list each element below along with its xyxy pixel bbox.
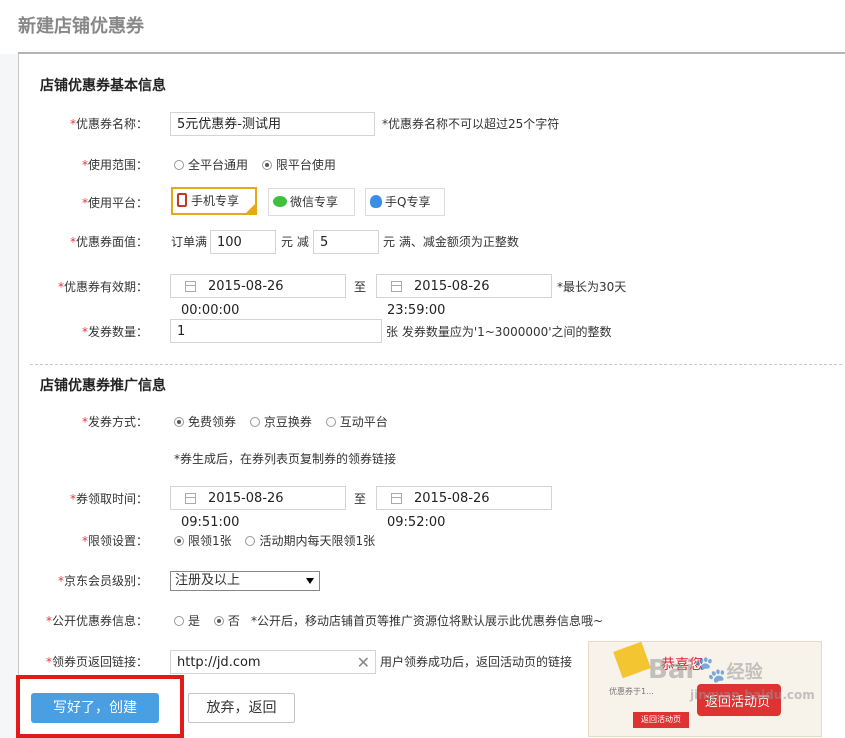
radio-icon: [174, 616, 184, 626]
count-input[interactable]: 1: [170, 319, 382, 343]
highlight-annotation-box: [16, 675, 184, 738]
radio-checked-icon: [174, 536, 184, 546]
paw-icon: 🐾: [694, 655, 727, 685]
platform-label: *使用平台：: [81, 196, 148, 210]
popup-small-button: 返回活动页: [633, 712, 689, 728]
radio-icon: [245, 536, 256, 546]
limit-radio-group: 限领1张 活动期内每天限领1张: [174, 533, 385, 549]
claim-end-input[interactable]: 2015-08-26 09:52:00: [376, 486, 552, 530]
coupon-name-hint: *优惠券名称不可以超过25个字符: [382, 117, 560, 131]
return-link-hint: 用户领券成功后，返回活动页的链接: [380, 655, 573, 669]
popup-small-text: 优惠券于1...: [609, 687, 654, 696]
wechat-icon: [273, 196, 287, 207]
claim-start-input[interactable]: 2015-08-26 09:51:00: [170, 486, 346, 530]
validity-hint: *最长为30天: [557, 280, 627, 294]
validity-to-text: 至: [354, 280, 367, 294]
cancel-button[interactable]: 放弃，返回: [188, 693, 295, 723]
left-gutter: [0, 54, 18, 738]
limit-label: *限领设置：: [81, 534, 148, 548]
radio-checked-icon: [261, 160, 272, 170]
minus-amount-input[interactable]: 5: [313, 230, 379, 254]
scope-label: *使用范围：: [81, 158, 148, 172]
radio-checked-icon: [213, 616, 224, 626]
page-title: 新建店铺优惠券: [18, 16, 144, 37]
member-level-select[interactable]: 注册及以上: [170, 571, 320, 591]
validity-label: *优惠券有效期：: [57, 280, 148, 294]
scope-radio-group: 全平台通用 限平台使用: [174, 157, 346, 173]
method-option-interactive[interactable]: 互动平台: [325, 415, 388, 429]
calendar-icon: [185, 281, 196, 292]
radio-checked-icon: [174, 417, 184, 427]
method-radio-group: 免费领券 京豆换券 互动平台: [174, 414, 398, 430]
platform-qq-button[interactable]: 手Q专享: [365, 188, 445, 216]
public-radio-group: 是 否: [174, 613, 250, 629]
watermark-url: jingyan.baidu.com: [690, 688, 815, 702]
calendar-icon: [391, 493, 402, 504]
radio-icon: [174, 160, 184, 170]
scope-option-all[interactable]: 全平台通用: [174, 158, 248, 172]
coupon-name-input[interactable]: 5元优惠券-测试用: [170, 112, 375, 136]
count-label: *发券数量：: [81, 325, 148, 339]
claim-to-text: 至: [354, 492, 367, 506]
radio-icon: [325, 417, 336, 427]
calendar-icon: [391, 281, 402, 292]
scope-option-limited[interactable]: 限平台使用: [261, 158, 336, 172]
yuan-minus-text: 元 减: [281, 235, 309, 249]
section-title-basic: 店铺优惠券基本信息: [40, 78, 166, 94]
member-level-label: *京东会员级别：: [57, 574, 148, 588]
calendar-icon: [185, 493, 196, 504]
return-link-input[interactable]: http://jd.com ✕: [170, 650, 376, 674]
public-label: *公开优惠券信息：: [45, 614, 148, 628]
baidu-watermark: Bai🐾经验: [648, 655, 763, 685]
limit-option-daily[interactable]: 活动期内每天限领1张: [245, 534, 375, 548]
clear-icon[interactable]: ✕: [357, 651, 370, 675]
face-value-label: *优惠券面值：: [69, 235, 148, 249]
platform-mobile-button[interactable]: 手机专享: [171, 187, 257, 215]
gift-icon: [613, 642, 651, 679]
validity-end-input[interactable]: 2015-08-26 23:59:00: [376, 274, 552, 318]
coupon-name-label: *优惠券名称：: [69, 117, 148, 131]
face-value-hint: 元 满、减金额须为正整数: [383, 235, 519, 249]
radio-icon: [249, 417, 260, 427]
dropdown-arrow-icon: [306, 578, 314, 584]
section-title-promo: 店铺优惠券推广信息: [40, 378, 166, 394]
section-divider: [30, 364, 842, 365]
validity-start-input[interactable]: 2015-08-26 00:00:00: [170, 274, 346, 318]
method-option-free[interactable]: 免费领券: [174, 415, 236, 429]
platform-wechat-button[interactable]: 微信专享: [268, 188, 355, 216]
public-option-yes[interactable]: 是: [174, 614, 200, 628]
selected-corner-icon: [246, 204, 255, 213]
qq-icon: [370, 195, 382, 208]
method-hint: *券生成后，在券列表页复制券的领券链接: [174, 452, 397, 466]
order-full-text: 订单满: [171, 235, 208, 249]
claim-time-label: *券领取时间：: [69, 492, 148, 506]
method-label: *发券方式：: [81, 415, 148, 429]
public-option-no[interactable]: 否: [213, 614, 240, 628]
limit-option-one[interactable]: 限领1张: [174, 534, 232, 548]
jd-phone-icon: [177, 193, 187, 207]
return-link-label: *领券页返回链接：: [45, 655, 148, 669]
method-option-jingdou[interactable]: 京豆换券: [249, 415, 312, 429]
public-hint: *公开后，移动店铺首页等推广资源位将默认展示此优惠券信息哦~: [251, 614, 604, 628]
count-hint: 张 发券数量应为'1~3000000'之间的整数: [386, 325, 612, 339]
order-amount-input[interactable]: 100: [210, 230, 276, 254]
